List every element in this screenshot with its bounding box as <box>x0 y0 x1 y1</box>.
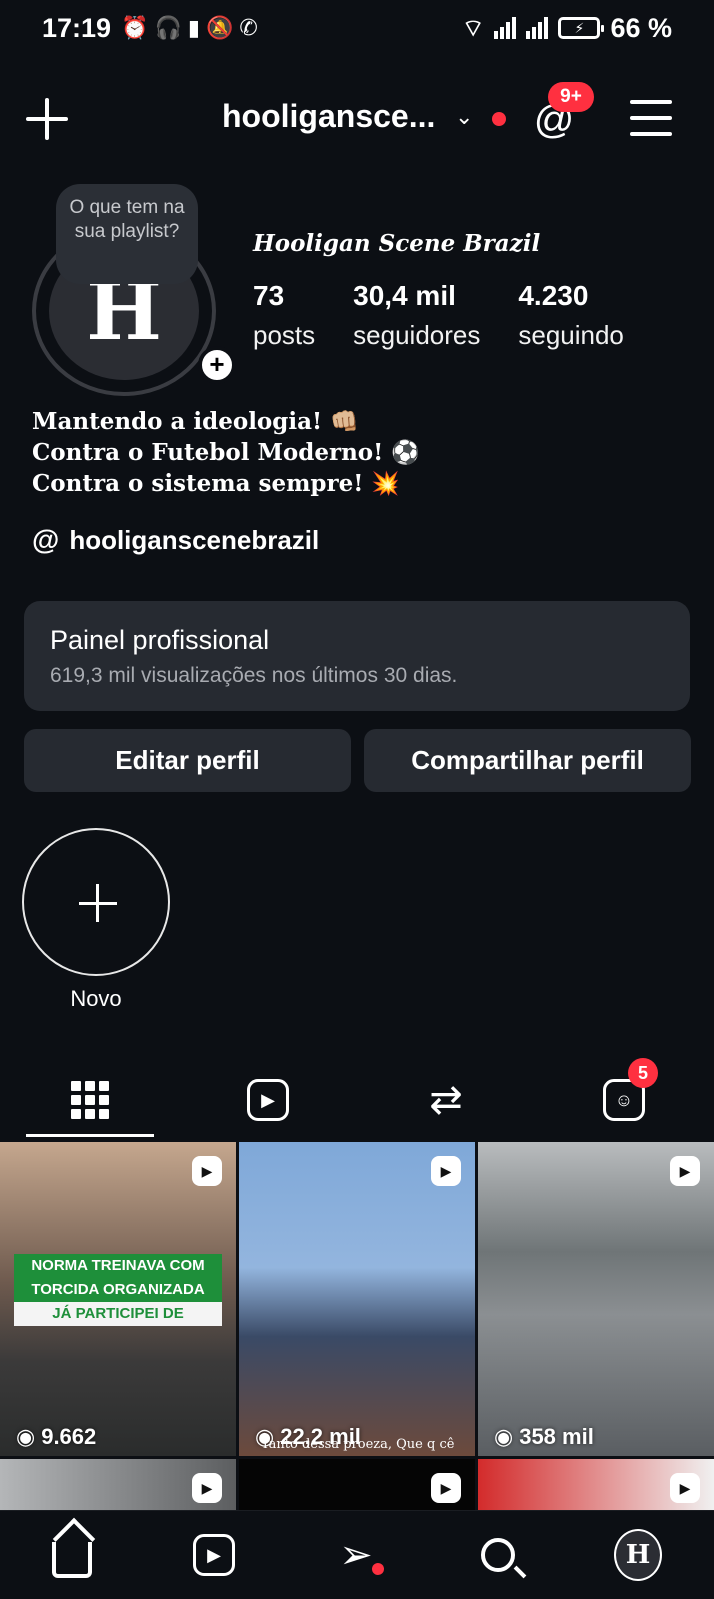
reels-icon: ▶ <box>247 1079 289 1121</box>
wifi-icon: ⌔ <box>461 15 485 42</box>
tab-reels[interactable]: ▶ <box>204 1060 332 1140</box>
battery-saver-icon: ▮ <box>187 15 200 40</box>
post-caption: NORMA TREINAVA COM <box>14 1254 222 1278</box>
new-highlight[interactable]: Novo <box>22 828 170 1012</box>
chevron-down-icon[interactable]: ⌄ <box>455 104 473 130</box>
profile-nav-avatar[interactable]: H <box>614 1529 662 1581</box>
profile-header: hooligansce... ⌄ @ 9+ <box>0 82 714 150</box>
professional-dashboard[interactable]: Painel profissional 619,3 mil visualizaç… <box>24 601 690 711</box>
reel-icon: ▶ <box>670 1473 700 1503</box>
share-profile-button[interactable]: Compartilhar perfil <box>364 729 691 792</box>
note-bubble[interactable]: O que tem na sua playlist? <box>56 184 198 284</box>
battery-percent: 66 % <box>610 12 672 43</box>
post-caption: TORCIDA ORGANIZADA <box>14 1278 222 1302</box>
reposts-icon: ⇄ <box>429 1078 463 1122</box>
mute-icon: 🔕 <box>205 15 234 40</box>
tab-grid[interactable] <box>26 1060 154 1140</box>
display-name: Hooligan Scene Brazil <box>253 230 541 257</box>
reel-icon: ▶ <box>431 1156 461 1186</box>
stat-followers[interactable]: 30,4 mil seguidores <box>353 280 480 351</box>
add-story-icon[interactable]: + <box>198 346 236 384</box>
view-count: ◉ 9.662 <box>16 1424 97 1449</box>
dashboard-title: Painel profissional <box>50 625 270 655</box>
grid-icon <box>71 1081 109 1119</box>
view-count: ◉ 358 mil <box>494 1424 594 1449</box>
bio-line: Contra o sistema sempre! 💥 <box>32 470 400 497</box>
threads-icon: @ <box>32 524 60 555</box>
search-icon[interactable] <box>474 1531 522 1579</box>
tab-tagged[interactable]: ☺ <box>560 1060 688 1140</box>
whatsapp-icon: ✆ <box>239 15 258 40</box>
account-switcher[interactable]: hooligansce... <box>222 98 435 135</box>
bottom-nav: ▶ ➢ H <box>0 1510 714 1599</box>
video-subtitle: Tanto dessa proeza, Que q cê <box>261 1437 455 1452</box>
status-bar: 17:19 ⏰ 🎧 ▮ 🔕 ✆ ⌔ ⚡ 66 % <box>0 0 714 56</box>
dm-notification-dot <box>372 1563 384 1575</box>
post-tile[interactable]: ▶ ◉ 358 mil <box>478 1142 714 1456</box>
dashboard-subtitle: 619,3 mil visualizações nos últimos 30 d… <box>50 664 458 687</box>
stat-following[interactable]: 4.230 seguindo <box>518 280 624 351</box>
post-tile[interactable]: ▶ ◉ 22,2 mil Tanto dessa proeza, Que q cê <box>239 1142 475 1456</box>
bio-line: Contra o Futebol Moderno! ⚽ <box>32 439 420 466</box>
home-icon[interactable] <box>48 1531 96 1579</box>
notification-dot <box>492 112 506 126</box>
eye-icon: ◉ <box>494 1424 514 1449</box>
threads-badge: 9+ <box>548 82 594 112</box>
reel-icon: ▶ <box>670 1156 700 1186</box>
reel-icon: ▶ <box>192 1473 222 1503</box>
alarm-icon: ⏰ <box>121 15 149 40</box>
signal-icon-2 <box>526 17 549 39</box>
threads-link-text: hooliganscenebrazil <box>69 524 320 555</box>
active-tab-indicator <box>26 1134 154 1137</box>
create-plus-icon[interactable] <box>26 98 68 140</box>
stat-posts[interactable]: 73 posts <box>253 280 315 351</box>
tab-reposts[interactable]: ⇄ <box>382 1060 510 1140</box>
headphones-icon: 🎧 <box>154 15 182 40</box>
status-time: 17:19 <box>42 12 112 43</box>
bio: Mantendo a ideologia! 👊🏼 Contra o Futebo… <box>32 406 420 499</box>
reel-icon: ▶ <box>192 1156 222 1186</box>
post-tile[interactable]: ▶ NORMA TREINAVA COM TORCIDA ORGANIZADA … <box>0 1142 236 1456</box>
signal-icon <box>494 17 517 39</box>
eye-icon: ◉ <box>16 1424 36 1449</box>
tagged-badge: 5 <box>628 1058 658 1088</box>
battery-icon: ⚡ <box>558 17 605 39</box>
profile-tabs: ▶ ⇄ ☺ <box>0 1060 714 1140</box>
new-highlight-label: Novo <box>70 986 122 1011</box>
bio-line: Mantendo a ideologia! 👊🏼 <box>32 408 359 435</box>
edit-profile-button[interactable]: Editar perfil <box>24 729 351 792</box>
reels-nav-icon[interactable]: ▶ <box>190 1531 238 1579</box>
plus-icon[interactable] <box>22 828 170 976</box>
profile-stats: 73 posts 30,4 mil seguidores 4.230 segui… <box>253 280 662 351</box>
threads-link[interactable]: @ hooliganscenebrazil <box>32 524 319 556</box>
post-caption: JÁ PARTICIPEI DE <box>14 1302 222 1326</box>
reel-icon: ▶ <box>431 1473 461 1503</box>
menu-icon[interactable] <box>630 100 672 136</box>
